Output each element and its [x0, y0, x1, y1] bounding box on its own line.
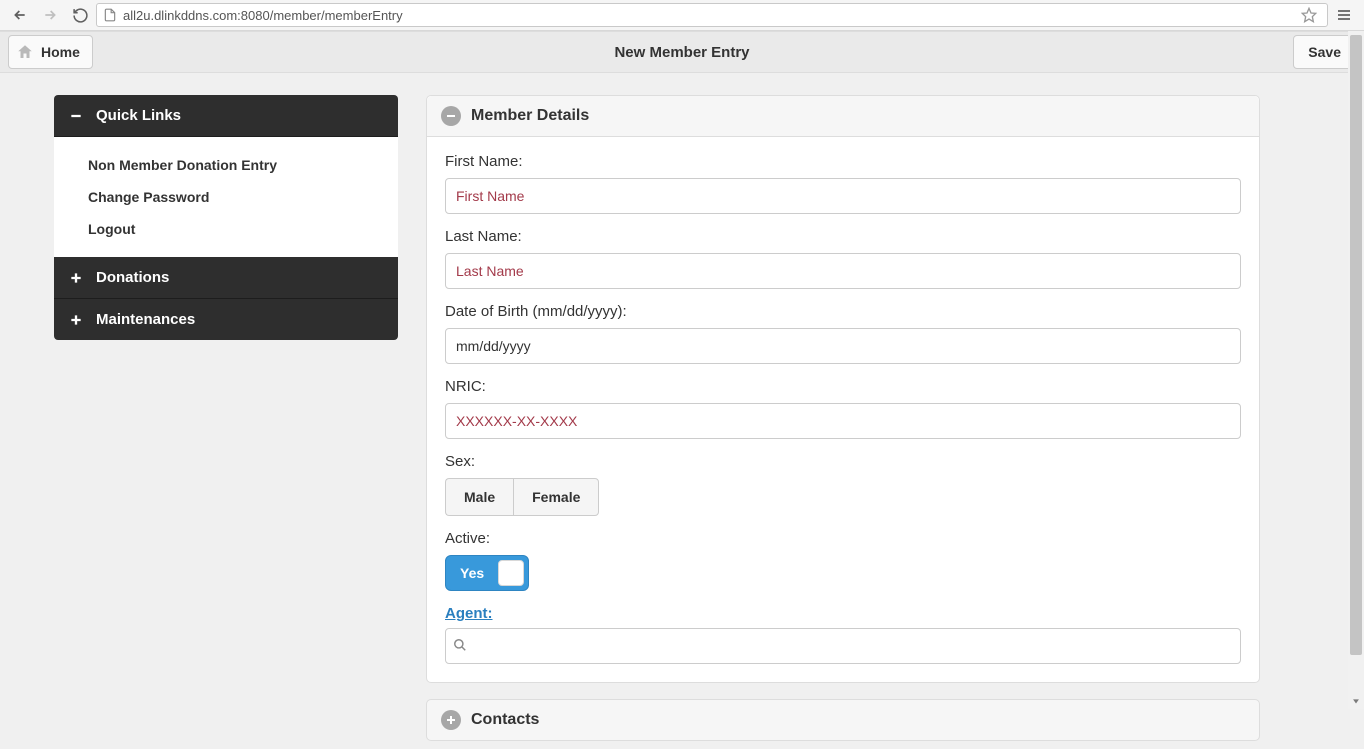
field-sex: Sex: Male Female	[445, 453, 1241, 516]
sidebar-item-change-password[interactable]: Change Password	[54, 181, 398, 213]
sex-option-female[interactable]: Female	[513, 478, 599, 516]
home-icon	[15, 42, 35, 62]
back-button[interactable]	[6, 1, 34, 29]
sidebar-header-label: Quick Links	[96, 107, 181, 124]
sidebar-header-quick-links[interactable]: Quick Links	[54, 95, 398, 137]
panel-title: Member Details	[471, 107, 589, 125]
scrollbar-thumb[interactable]	[1350, 35, 1362, 655]
browser-menu-button[interactable]	[1330, 1, 1358, 29]
field-agent: Agent:	[445, 605, 1241, 664]
star-icon	[1301, 7, 1317, 23]
active-toggle-label: Yes	[460, 565, 484, 581]
reload-button[interactable]	[66, 1, 94, 29]
last-name-input[interactable]	[445, 253, 1241, 289]
panel-header-member-details[interactable]: Member Details	[427, 96, 1259, 137]
panel-body: First Name: Last Name: Date of Birth (mm…	[427, 137, 1259, 682]
forward-button[interactable]	[36, 1, 64, 29]
label-first-name: First Name:	[445, 153, 1241, 170]
contacts-title: Contacts	[471, 711, 539, 729]
search-icon	[453, 638, 469, 654]
contacts-panel-header[interactable]: Contacts	[426, 699, 1260, 741]
field-dob: Date of Birth (mm/dd/yyyy):	[445, 303, 1241, 364]
url-bar[interactable]: all2u.dlinkddns.com:8080/member/memberEn…	[96, 3, 1328, 27]
field-first-name: First Name:	[445, 153, 1241, 214]
reload-icon	[72, 7, 89, 24]
page-icon	[103, 8, 117, 22]
scrollbar[interactable]	[1348, 31, 1364, 709]
field-last-name: Last Name:	[445, 228, 1241, 289]
browser-chrome: all2u.dlinkddns.com:8080/member/memberEn…	[0, 0, 1364, 31]
toggle-knob	[498, 560, 524, 586]
main-content: Member Details First Name: Last Name: Da…	[426, 95, 1260, 741]
agent-link-label[interactable]: Agent:	[445, 605, 493, 622]
page-title: New Member Entry	[0, 44, 1364, 61]
nric-input[interactable]	[445, 403, 1241, 439]
active-toggle[interactable]: Yes	[445, 555, 529, 591]
save-button[interactable]: Save	[1293, 35, 1356, 69]
bookmark-button[interactable]	[1297, 7, 1321, 23]
sidebar: Quick Links Non Member Donation Entry Ch…	[54, 95, 398, 741]
sidebar-item-logout[interactable]: Logout	[54, 213, 398, 245]
sidebar-header-label: Maintenances	[96, 311, 195, 328]
dob-input[interactable]	[445, 328, 1241, 364]
scroll-down-icon	[1348, 693, 1364, 709]
label-sex: Sex:	[445, 453, 1241, 470]
sidebar-header-label: Donations	[96, 269, 169, 286]
label-last-name: Last Name:	[445, 228, 1241, 245]
minus-icon	[68, 108, 84, 124]
url-text: all2u.dlinkddns.com:8080/member/memberEn…	[123, 8, 403, 23]
collapse-icon	[441, 106, 461, 126]
plus-icon	[68, 312, 84, 328]
sidebar-item-non-member-donation-entry[interactable]: Non Member Donation Entry	[54, 149, 398, 181]
home-button[interactable]: Home	[8, 35, 93, 69]
label-dob: Date of Birth (mm/dd/yyyy):	[445, 303, 1241, 320]
home-label: Home	[41, 44, 80, 60]
arrow-right-icon	[42, 7, 58, 23]
sidebar-header-maintenances[interactable]: Maintenances	[54, 299, 398, 340]
sex-toggle-group: Male Female	[445, 478, 1241, 516]
member-details-panel: Member Details First Name: Last Name: Da…	[426, 95, 1260, 683]
sidebar-header-donations[interactable]: Donations	[54, 257, 398, 299]
label-active: Active:	[445, 530, 1241, 547]
field-active: Active: Yes	[445, 530, 1241, 591]
viewport: Home New Member Entry Save Quick Links N…	[0, 31, 1364, 749]
page-toolbar: Home New Member Entry Save	[0, 31, 1364, 73]
expand-icon	[441, 710, 461, 730]
label-nric: NRIC:	[445, 378, 1241, 395]
hamburger-icon	[1336, 7, 1352, 23]
plus-icon	[68, 270, 84, 286]
field-nric: NRIC:	[445, 378, 1241, 439]
arrow-left-icon	[12, 7, 28, 23]
first-name-input[interactable]	[445, 178, 1241, 214]
agent-search-input[interactable]	[445, 628, 1241, 664]
sidebar-section-quick-links: Quick Links Non Member Donation Entry Ch…	[54, 95, 398, 340]
sex-option-male[interactable]: Male	[445, 478, 513, 516]
sidebar-body-quick-links: Non Member Donation Entry Change Passwor…	[54, 137, 398, 257]
